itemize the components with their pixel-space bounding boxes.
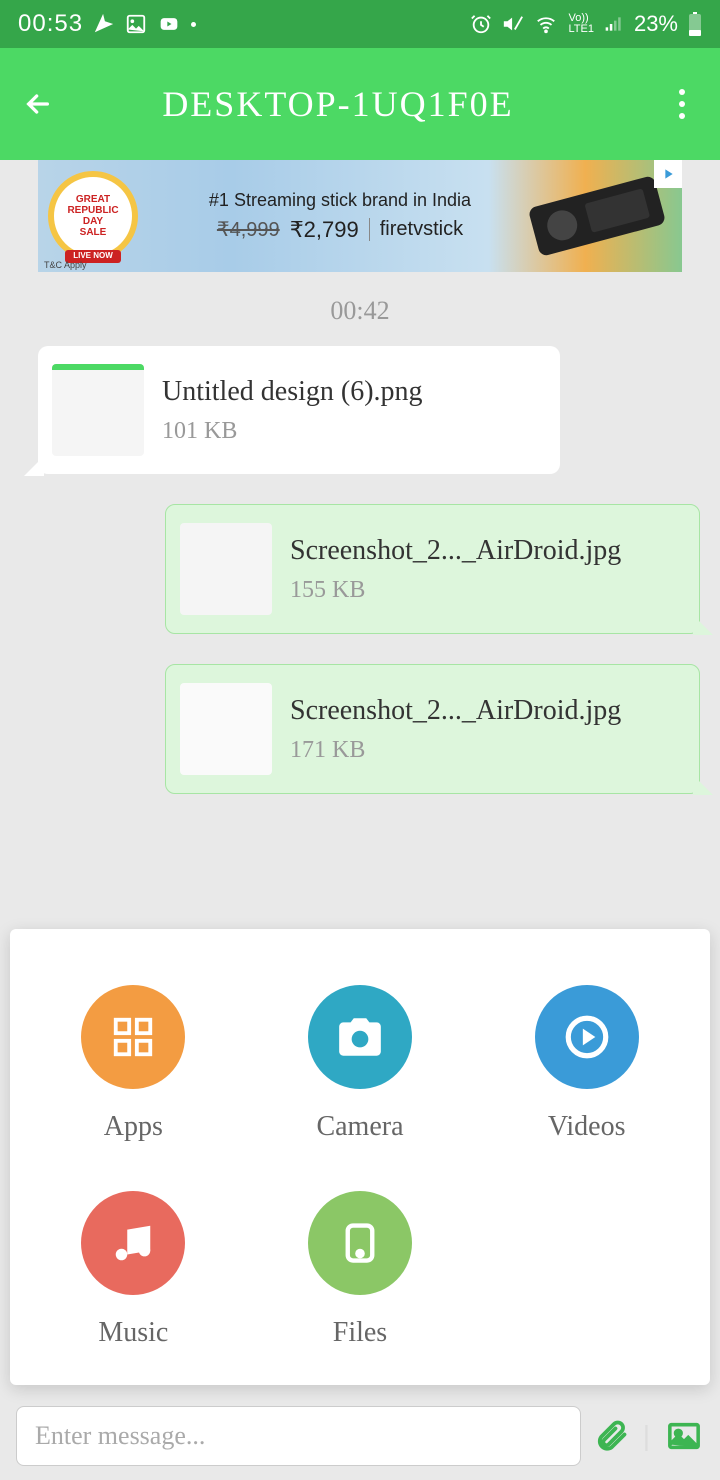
attach-label: Files (333, 1317, 387, 1349)
ad-info-icon[interactable] (654, 160, 682, 188)
youtube-icon (157, 14, 181, 34)
message-bubble[interactable]: Screenshot_2..._AirDroid.jpg 155 KB (165, 504, 700, 634)
input-divider: | (643, 1420, 650, 1452)
ad-terms: T&C Apply (44, 260, 87, 270)
menu-button[interactable] (660, 82, 704, 126)
image-icon (125, 13, 147, 35)
file-thumbnail (180, 523, 272, 615)
ad-remote-image (528, 175, 667, 257)
wifi-icon (534, 13, 558, 35)
attach-music-button[interactable]: Music (50, 1191, 217, 1349)
file-size: 101 KB (162, 418, 546, 445)
app-bar: DESKTOP-1UQ1F0E (0, 48, 720, 160)
attach-camera-button[interactable]: Camera (277, 985, 444, 1143)
file-size: 171 KB (290, 737, 685, 764)
files-icon (308, 1191, 412, 1295)
attach-icon[interactable] (593, 1418, 629, 1454)
attach-label: Videos (548, 1111, 626, 1143)
camera-icon (308, 985, 412, 1089)
alarm-icon (470, 13, 492, 35)
gallery-icon[interactable] (664, 1419, 704, 1453)
ad-badge: GREAT REPUBLIC DAY SALE LIVE NOW (48, 171, 138, 261)
file-size: 155 KB (290, 577, 685, 604)
input-bar: | (16, 1404, 704, 1468)
message-bubble[interactable]: Untitled design (6).png 101 KB (38, 346, 560, 474)
attachment-panel: Apps Camera Videos Music Files (10, 929, 710, 1385)
status-dot (191, 22, 196, 27)
attach-label: Music (98, 1317, 168, 1349)
attach-files-button[interactable]: Files (277, 1191, 444, 1349)
ad-banner[interactable]: GREAT REPUBLIC DAY SALE LIVE NOW #1 Stre… (38, 160, 682, 272)
battery-icon (688, 12, 702, 36)
file-thumbnail (52, 364, 144, 456)
apps-icon (81, 985, 185, 1089)
chat-area: 00:42 Untitled design (6).png 101 KB Scr… (0, 272, 720, 842)
music-icon (81, 1191, 185, 1295)
status-bar: 00:53 Vo))LTE1 23% (0, 0, 720, 48)
ad-text: #1 Streaming stick brand in India ₹4,999… (148, 190, 532, 243)
file-thumbnail (180, 683, 272, 775)
app-title: DESKTOP-1UQ1F0E (16, 83, 660, 125)
file-name: Screenshot_2..._AirDroid.jpg (290, 535, 685, 567)
attach-videos-button[interactable]: Videos (503, 985, 670, 1143)
message-bubble[interactable]: Screenshot_2..._AirDroid.jpg 171 KB (165, 664, 700, 794)
file-name: Untitled design (6).png (162, 376, 546, 408)
message-input[interactable] (16, 1406, 581, 1466)
lte-indicator: Vo))LTE1 (568, 13, 593, 35)
attach-label: Camera (316, 1111, 403, 1143)
file-name: Screenshot_2..._AirDroid.jpg (290, 695, 685, 727)
battery-percent: 23% (634, 11, 678, 37)
attach-label: Apps (104, 1111, 163, 1143)
send-icon (93, 13, 115, 35)
videos-icon (535, 985, 639, 1089)
status-time: 00:53 (18, 10, 83, 38)
signal-icon (604, 14, 624, 34)
mute-icon (502, 13, 524, 35)
attach-apps-button[interactable]: Apps (50, 985, 217, 1143)
chat-timestamp: 00:42 (0, 296, 720, 326)
